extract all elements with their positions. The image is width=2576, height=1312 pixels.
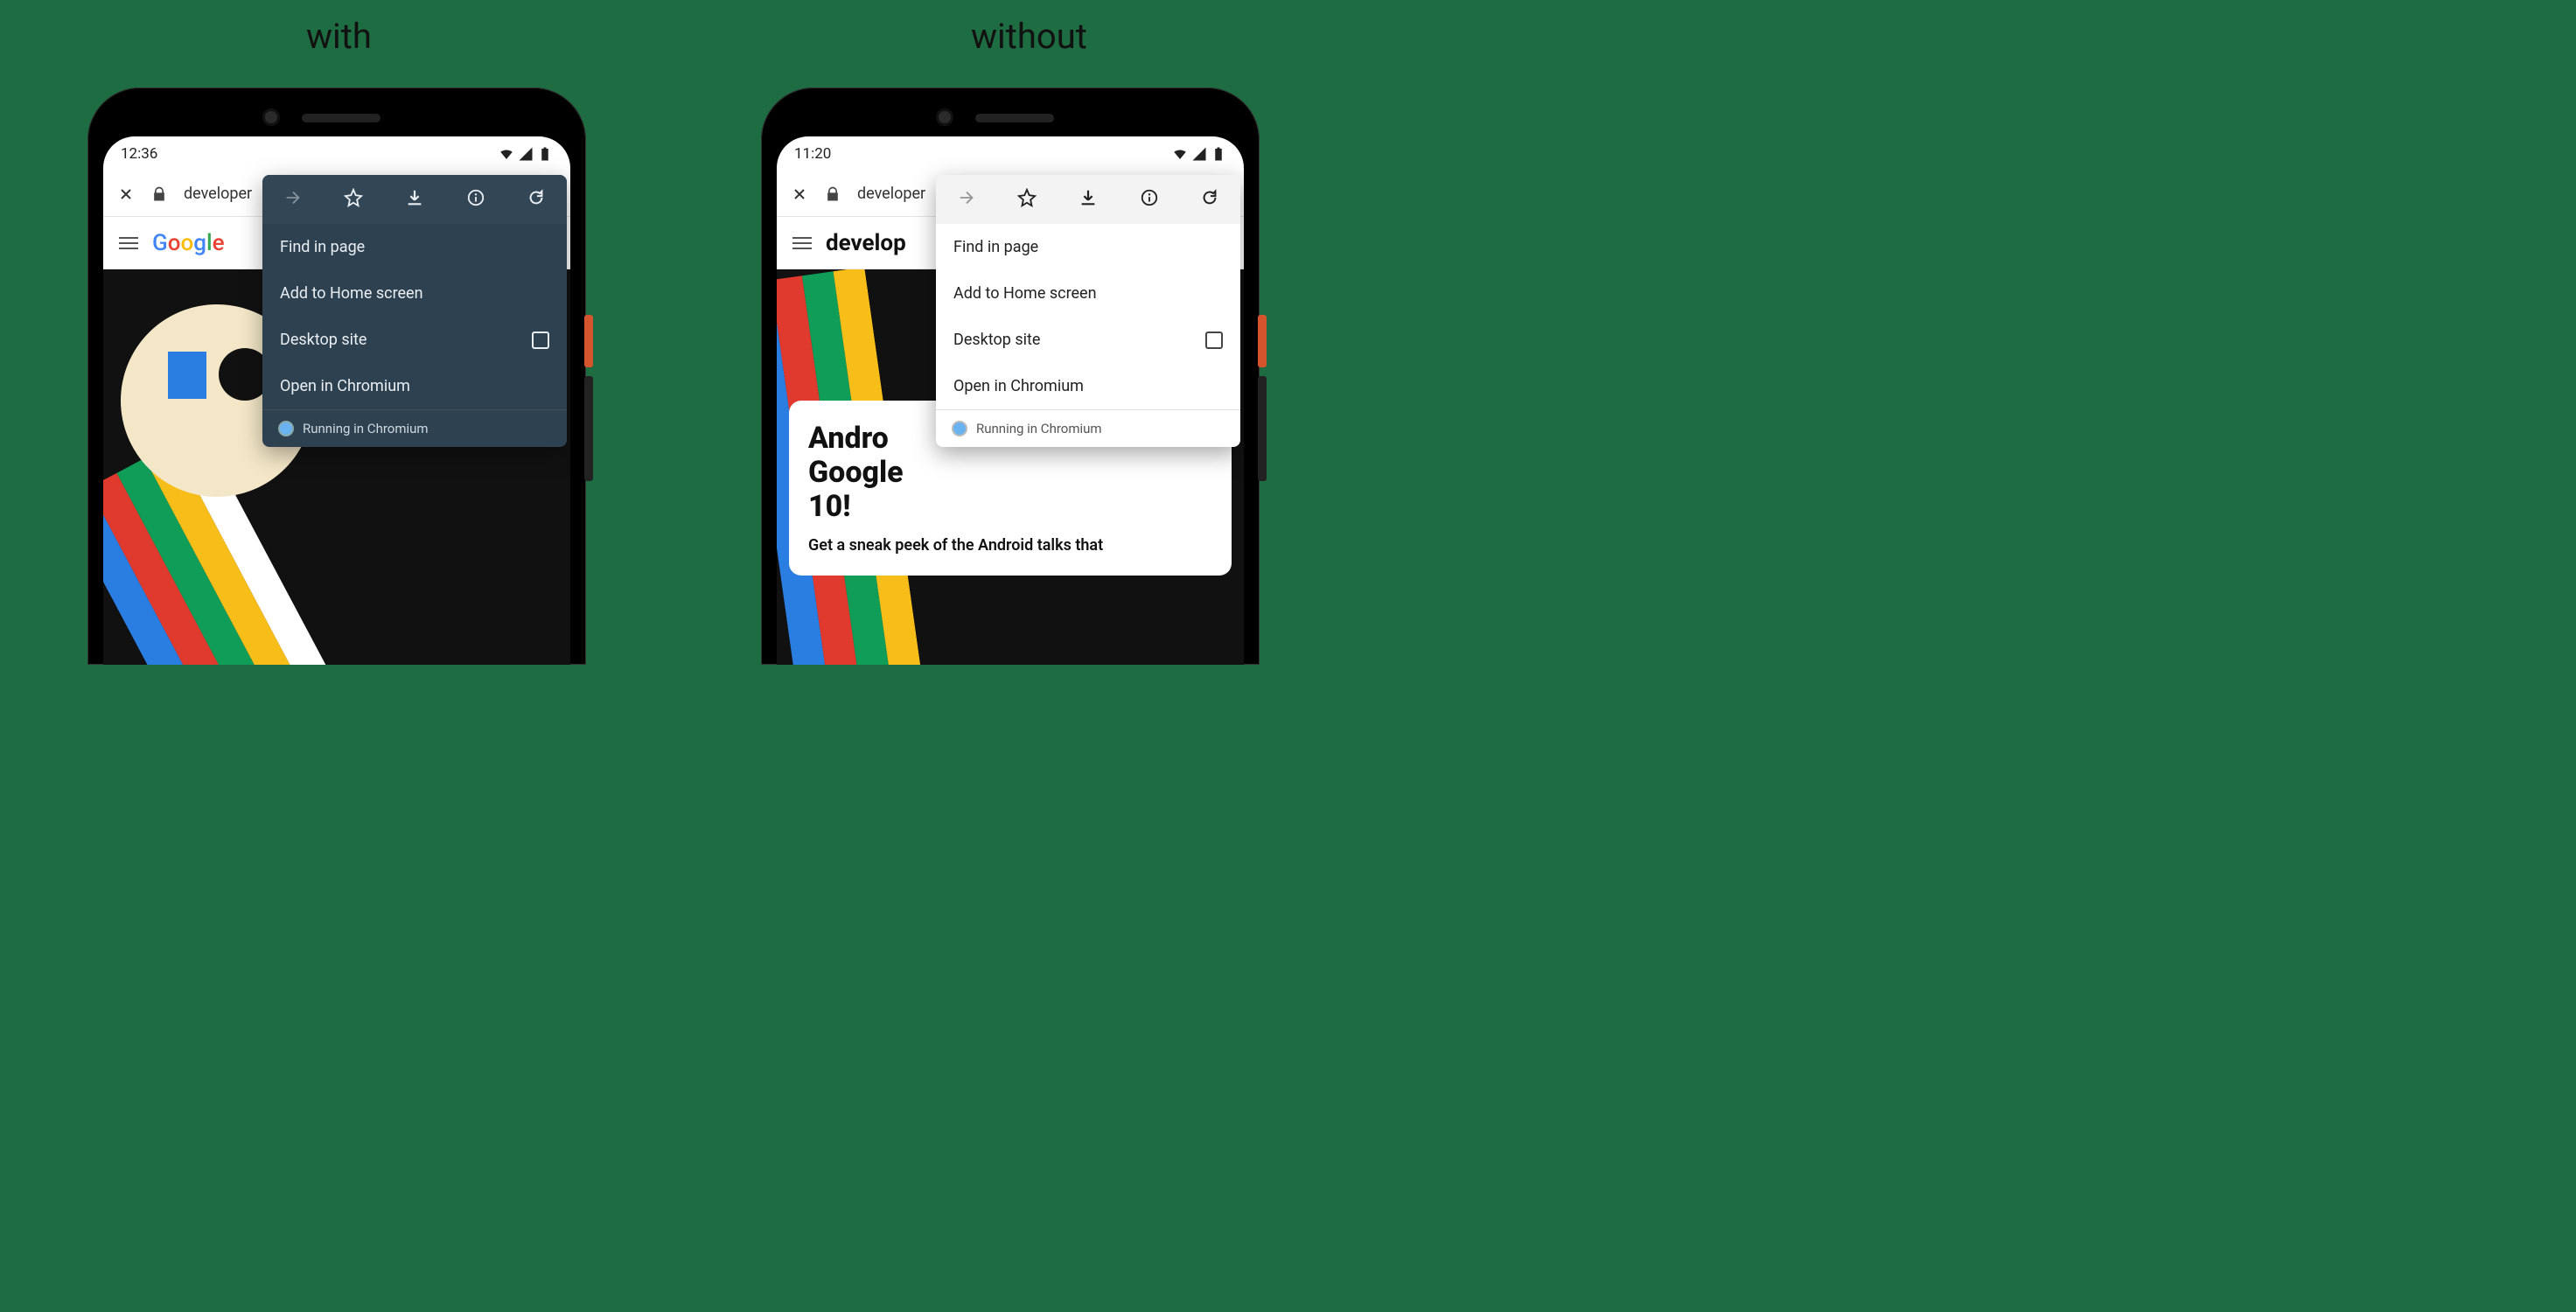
menu-desktop-site[interactable]: Desktop site xyxy=(936,317,1240,363)
menu-find-in-page[interactable]: Find in page xyxy=(262,224,567,270)
caption-without: without xyxy=(971,16,1087,57)
close-icon[interactable] xyxy=(791,185,808,203)
menu-footer: Running in Chromium xyxy=(262,409,567,447)
screen: 11:20 developer develop Andro xyxy=(777,136,1244,665)
caption-with: with xyxy=(306,16,372,57)
lock-icon xyxy=(150,185,168,203)
volume-button xyxy=(584,376,593,481)
google-logo: Google xyxy=(152,230,225,256)
front-camera xyxy=(262,108,280,126)
battery-icon xyxy=(537,146,553,162)
forward-button[interactable] xyxy=(957,188,976,212)
desktop-site-checkbox[interactable] xyxy=(1205,331,1223,349)
phone-with: 12:36 developer Google xyxy=(87,87,586,665)
menu-add-to-home[interactable]: Add to Home screen xyxy=(262,270,567,317)
lock-icon xyxy=(824,185,841,203)
url-host: developer xyxy=(857,185,925,203)
forward-button[interactable] xyxy=(283,188,303,212)
info-button[interactable] xyxy=(1140,188,1159,212)
overflow-menu: Find in page Add to Home screen Desktop … xyxy=(262,175,567,447)
menu-toolbar xyxy=(936,175,1240,224)
menu-toolbar xyxy=(262,175,567,224)
subhead: Get a sneak peek of the Android talks th… xyxy=(808,536,1212,555)
status-bar: 11:20 xyxy=(777,136,1244,171)
desktop-site-checkbox[interactable] xyxy=(532,331,549,349)
speaker xyxy=(302,114,380,122)
reload-button[interactable] xyxy=(1200,188,1219,212)
wifi-icon xyxy=(499,146,514,162)
battery-icon xyxy=(1211,146,1226,162)
power-button xyxy=(1258,315,1267,367)
phone-without: 11:20 developer develop Andro xyxy=(761,87,1260,665)
signal-icon xyxy=(1191,146,1207,162)
menu-add-to-home[interactable]: Add to Home screen xyxy=(936,270,1240,317)
bookmark-button[interactable] xyxy=(1017,188,1037,212)
chromium-icon xyxy=(952,421,967,436)
menu-open-in-chromium[interactable]: Open in Chromium xyxy=(262,363,567,409)
power-button xyxy=(584,315,593,367)
screen: 12:36 developer Google xyxy=(103,136,570,665)
menu-desktop-site[interactable]: Desktop site xyxy=(262,317,567,363)
bookmark-button[interactable] xyxy=(344,188,363,212)
developers-logo: develop xyxy=(826,230,906,256)
url-host: developer xyxy=(184,185,252,203)
speaker xyxy=(975,114,1054,122)
download-button[interactable] xyxy=(405,188,424,212)
download-button[interactable] xyxy=(1079,188,1098,212)
overflow-menu: Find in page Add to Home screen Desktop … xyxy=(936,175,1240,447)
menu-footer: Running in Chromium xyxy=(936,409,1240,447)
menu-open-in-chromium[interactable]: Open in Chromium xyxy=(936,363,1240,409)
clock: 12:36 xyxy=(121,145,157,163)
status-bar: 12:36 xyxy=(103,136,570,171)
hamburger-icon[interactable] xyxy=(792,234,812,253)
clock: 11:20 xyxy=(794,145,831,163)
hamburger-icon[interactable] xyxy=(119,234,138,253)
front-camera xyxy=(936,108,953,126)
close-icon[interactable] xyxy=(117,185,135,203)
volume-button xyxy=(1258,376,1267,481)
info-button[interactable] xyxy=(466,188,485,212)
chromium-icon xyxy=(278,421,294,436)
wifi-icon xyxy=(1172,146,1188,162)
menu-find-in-page[interactable]: Find in page xyxy=(936,224,1240,270)
reload-button[interactable] xyxy=(527,188,546,212)
signal-icon xyxy=(518,146,534,162)
